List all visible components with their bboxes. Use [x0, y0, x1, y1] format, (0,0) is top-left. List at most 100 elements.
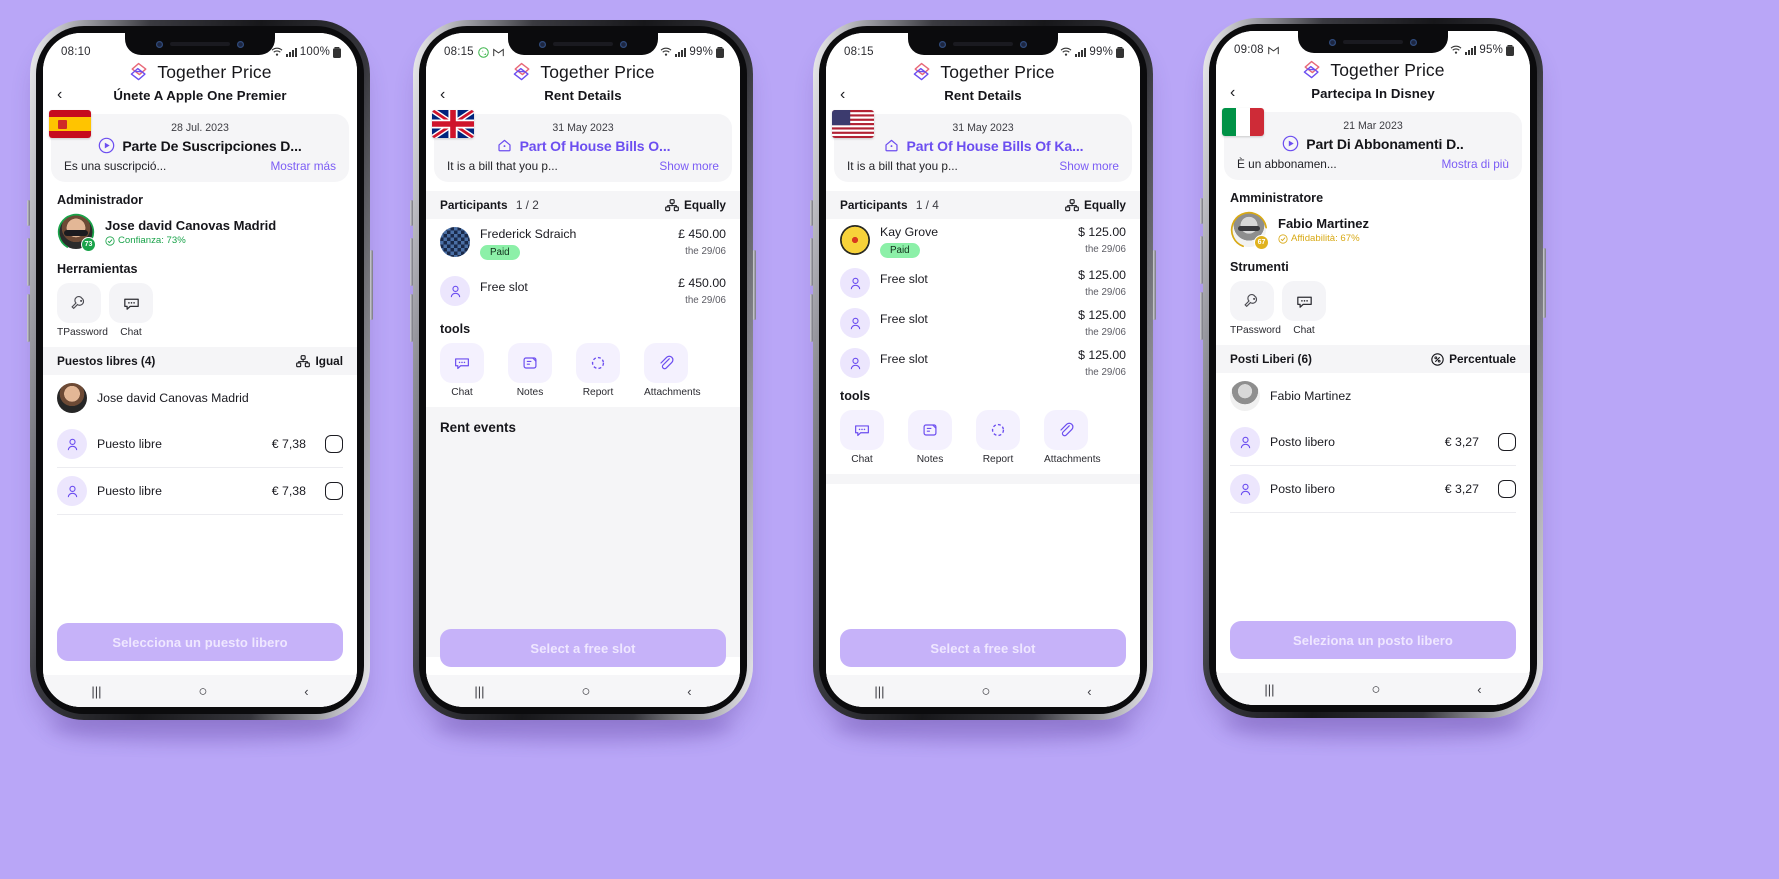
- select-free-slot-button[interactable]: Seleziona un posto libero: [1230, 621, 1516, 659]
- table-row[interactable]: Jose david Canovas Madrid: [43, 375, 357, 421]
- table-row[interactable]: Posto libero € 3,27: [1216, 419, 1530, 465]
- table-row[interactable]: Free slot $ 125.00 the 29/06: [826, 263, 1140, 303]
- title-row: ‹ Partecipa In Disney: [1216, 81, 1530, 104]
- tool-notes[interactable]: Notes: [508, 343, 552, 398]
- bill-info-card[interactable]: 31 May 2023 Part Of House Bills O... It …: [432, 110, 732, 182]
- nav-home-button[interactable]: ○: [1371, 681, 1380, 698]
- card-title-row: Part Of House Bills Of Ka...: [844, 137, 1122, 154]
- slot-checkbox[interactable]: [325, 435, 343, 453]
- nav-recents-button[interactable]: |||: [874, 684, 884, 699]
- wifi-icon: [271, 47, 283, 56]
- signal-icon: [285, 47, 297, 57]
- nav-back-button[interactable]: ‹: [1477, 682, 1481, 697]
- table-row[interactable]: Puesto libre € 7,38: [43, 468, 357, 514]
- speaker-grille: [553, 42, 613, 46]
- table-row[interactable]: Free slot $ 125.00 the 29/06: [826, 343, 1140, 383]
- key-icon: [70, 295, 84, 309]
- table-row[interactable]: Fabio Martinez: [1216, 373, 1530, 419]
- card-description: It is a bill that you p...: [847, 159, 958, 173]
- slot-checkbox[interactable]: [1498, 480, 1516, 498]
- wifi-icon: [1451, 45, 1462, 54]
- status-time: 09:08: [1234, 44, 1264, 56]
- split-mode-toggle[interactable]: Equally: [665, 198, 726, 212]
- tool-attachments[interactable]: Attachments: [644, 343, 701, 398]
- select-free-slot-button[interactable]: Select a free slot: [840, 629, 1126, 667]
- nav-back-button[interactable]: ‹: [1087, 684, 1091, 699]
- show-more-link[interactable]: Mostrar más: [270, 159, 336, 173]
- tool-tpassword[interactable]: TPassword: [1230, 281, 1281, 336]
- tool-attachments[interactable]: Attachments: [1044, 410, 1101, 465]
- tool-chat[interactable]: Chat: [1282, 281, 1326, 336]
- nav-home-button[interactable]: ○: [198, 683, 207, 700]
- tool-label: Chat: [851, 454, 873, 465]
- signal-icon: [1465, 45, 1477, 55]
- split-mode-toggle[interactable]: Igual: [296, 354, 343, 368]
- avatar-kay-flower-photo: [840, 225, 870, 255]
- avatar-frederick-photo: [440, 227, 470, 257]
- tool-notes[interactable]: Notes: [908, 410, 952, 465]
- admin-row: 67 Fabio Martinez Affidabilità: 67%: [1216, 205, 1530, 250]
- card-description: Es una suscripció...: [64, 159, 167, 173]
- table-row[interactable]: Free slot $ 125.00 the 29/06: [826, 303, 1140, 343]
- home-icon: [884, 139, 898, 152]
- person-outline-icon: [840, 348, 870, 378]
- status-badge: Paid: [480, 245, 520, 260]
- wifi-icon: [661, 47, 672, 56]
- select-free-slot-button[interactable]: Select a free slot: [440, 629, 726, 667]
- subscription-info-card[interactable]: 21 Mar 2023 Part Di Abbonamenti D.. È un…: [1222, 108, 1522, 180]
- table-row[interactable]: Free slot £ 450.00 the 29/06: [426, 268, 740, 314]
- battery-icon: [333, 46, 341, 58]
- show-more-link[interactable]: Show more: [659, 159, 719, 173]
- battery-percent: 100%: [299, 46, 330, 58]
- nav-back-button[interactable]: ‹: [304, 684, 308, 699]
- table-row[interactable]: Kay Grove Paid $ 125.00 the 29/06: [826, 219, 1140, 263]
- tool-chat[interactable]: Chat: [109, 283, 153, 338]
- notch: [125, 33, 275, 55]
- table-row[interactable]: Puesto libre € 7,38: [43, 421, 357, 467]
- tool-report[interactable]: Report: [576, 343, 620, 398]
- admin-trust-label: Affidabilità: 67%: [1291, 233, 1360, 244]
- list-header-label: Participants: [840, 198, 908, 212]
- avatar-jose-photo: [57, 383, 87, 413]
- nav-recents-button[interactable]: |||: [91, 684, 101, 699]
- tool-label: TPassword: [57, 327, 108, 338]
- table-row[interactable]: Posto libero € 3,27: [1216, 466, 1530, 512]
- android-nav-bar: ||| ○ ‹: [826, 675, 1140, 707]
- select-free-slot-button[interactable]: Selecciona un puesto libero: [57, 623, 343, 661]
- sensor-icon: [1020, 40, 1027, 48]
- split-mode-toggle[interactable]: Percentuale: [1431, 352, 1516, 366]
- tool-label: Report: [582, 387, 614, 398]
- rent-events-section: Rent events: [426, 407, 740, 657]
- list-header-label: Participants: [440, 198, 508, 212]
- battery-percent: 95%: [1479, 44, 1503, 56]
- tool-tpassword[interactable]: TPassword: [57, 283, 108, 338]
- nav-back-button[interactable]: ‹: [687, 684, 691, 699]
- phone-4-frame: 09:08 95% Together Price ‹ Partecipa In …: [1200, 18, 1546, 742]
- brand-header: Together Price: [43, 61, 357, 83]
- split-mode-toggle[interactable]: Equally: [1065, 198, 1126, 212]
- slot-checkbox[interactable]: [325, 482, 343, 500]
- app-screen-1: 08:10 100% Together Price ‹ Únete A Appl…: [43, 33, 357, 707]
- chat-bubble-icon: [855, 425, 869, 437]
- nav-recents-button[interactable]: |||: [1264, 682, 1274, 697]
- bill-info-card[interactable]: 31 May 2023 Part Of House Bills Of Ka...…: [832, 110, 1132, 182]
- together-price-logo-icon: [131, 62, 147, 81]
- nav-home-button[interactable]: ○: [581, 683, 590, 700]
- slot-amount: € 7,38: [271, 484, 306, 498]
- show-more-link[interactable]: Show more: [1059, 159, 1119, 173]
- tool-report[interactable]: Report: [976, 410, 1020, 465]
- card-date: 31 May 2023: [552, 122, 614, 134]
- show-more-link[interactable]: Mostra di più: [1441, 157, 1509, 171]
- subscription-info-card[interactable]: 28 Jul. 2023 Parte De Suscripciones D...…: [49, 110, 349, 182]
- tools-section-label: tools: [440, 322, 471, 336]
- nav-home-button[interactable]: ○: [981, 683, 990, 700]
- nav-recents-button[interactable]: |||: [474, 684, 484, 699]
- person-outline-icon: [840, 268, 870, 298]
- tool-chat[interactable]: Chat: [440, 343, 484, 398]
- table-row[interactable]: Frederick Sdraich Paid £ 450.00 the 29/0…: [426, 219, 740, 268]
- participant-amount: $ 125.00: [1078, 308, 1126, 322]
- participant-amount: £ 450.00: [678, 276, 726, 290]
- android-nav-bar: ||| ○ ‹: [43, 675, 357, 707]
- tool-chat[interactable]: Chat: [840, 410, 884, 465]
- slot-checkbox[interactable]: [1498, 433, 1516, 451]
